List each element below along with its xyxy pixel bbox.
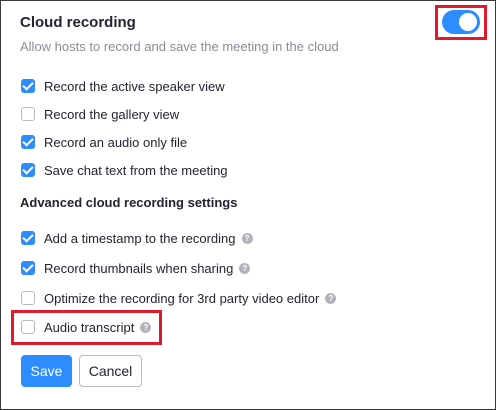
option-label: Record thumbnails when sharing bbox=[44, 260, 234, 276]
checkbox-gallery-view[interactable] bbox=[21, 107, 35, 121]
checkbox-save-chat[interactable] bbox=[21, 163, 35, 177]
checkbox-optimize-editor[interactable] bbox=[21, 291, 35, 305]
option-label: Optimize the recording for 3rd party vid… bbox=[44, 290, 320, 306]
setting-description: Allow hosts to record and save the meeti… bbox=[20, 39, 339, 54]
help-icon[interactable]: ? bbox=[140, 321, 152, 333]
option-audio-only[interactable]: Record an audio only file bbox=[21, 134, 187, 150]
cloud-recording-panel: Cloud recording Allow hosts to record an… bbox=[0, 0, 496, 410]
advanced-settings-heading: Advanced cloud recording settings bbox=[20, 195, 238, 210]
option-thumbnails[interactable]: Record thumbnails when sharing ? bbox=[21, 260, 251, 276]
option-timestamp[interactable]: Add a timestamp to the recording ? bbox=[21, 230, 253, 246]
option-gallery-view[interactable]: Record the gallery view bbox=[21, 106, 179, 122]
option-save-chat[interactable]: Save chat text from the meeting bbox=[21, 162, 228, 178]
option-label: Record the gallery view bbox=[44, 106, 180, 122]
option-label: Record an audio only file bbox=[44, 134, 188, 150]
option-label: Add a timestamp to the recording bbox=[44, 230, 236, 246]
option-label: Audio transcript bbox=[44, 319, 135, 335]
help-icon[interactable]: ? bbox=[241, 232, 253, 244]
option-active-speaker[interactable]: Record the active speaker view bbox=[21, 78, 225, 94]
setting-title: Cloud recording bbox=[20, 14, 136, 31]
option-audio-transcript[interactable]: Audio transcript ? bbox=[21, 319, 152, 335]
checkbox-timestamp[interactable] bbox=[21, 231, 35, 245]
help-icon[interactable]: ? bbox=[239, 262, 251, 274]
checkbox-audio-transcript[interactable] bbox=[21, 320, 35, 334]
cancel-button[interactable]: Cancel bbox=[79, 355, 142, 387]
checkbox-active-speaker[interactable] bbox=[21, 79, 35, 93]
checkbox-thumbnails[interactable] bbox=[21, 261, 35, 275]
option-label: Save chat text from the meeting bbox=[44, 162, 228, 178]
help-icon[interactable]: ? bbox=[325, 292, 337, 304]
toggle-knob bbox=[459, 13, 477, 31]
checkbox-audio-only[interactable] bbox=[21, 135, 35, 149]
option-optimize-editor[interactable]: Optimize the recording for 3rd party vid… bbox=[21, 290, 337, 306]
save-button[interactable]: Save bbox=[21, 355, 72, 387]
option-label: Record the active speaker view bbox=[44, 78, 225, 94]
cloud-recording-toggle[interactable] bbox=[442, 10, 480, 34]
